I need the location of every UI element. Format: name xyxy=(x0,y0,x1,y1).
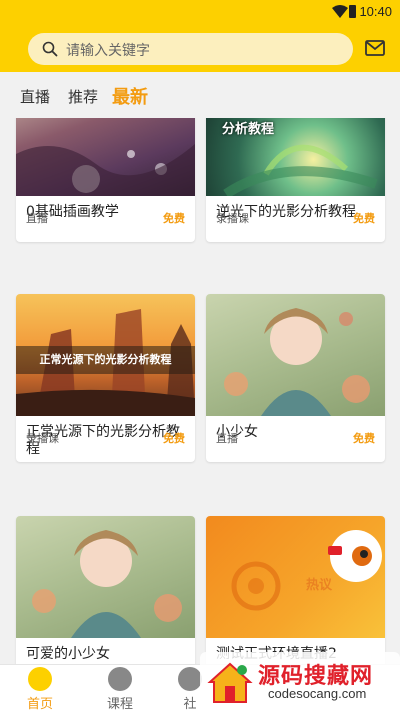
house-logo-icon xyxy=(207,662,253,703)
course-type: 直播 xyxy=(216,432,238,445)
wifi-icon xyxy=(332,5,348,18)
course-price: 免费 xyxy=(353,212,375,225)
mail-icon[interactable] xyxy=(365,40,385,56)
course-thumbnail xyxy=(16,516,195,638)
status-time: 10:40 xyxy=(359,4,392,19)
category-tabs: 直播 推荐 最新 xyxy=(0,72,400,118)
search-input[interactable]: 请输入关键字 xyxy=(28,33,353,65)
tab-latest[interactable]: 最新 xyxy=(112,83,148,109)
nav-home[interactable]: 首页 xyxy=(10,667,70,710)
search-icon xyxy=(42,41,58,57)
status-bar: 10:40 xyxy=(0,0,400,24)
app-header: 请输入关键字 xyxy=(0,24,400,72)
course-title: 可爱的小少女 xyxy=(26,646,110,662)
course-card[interactable]: 分析教程 逆光下的光影分析教程 录播课 免费 xyxy=(206,118,385,242)
watermark: 源码搜藏网 codesocang.com xyxy=(200,652,400,710)
tab-live[interactable]: 直播 xyxy=(20,86,50,107)
battery-icon xyxy=(349,5,356,18)
nav-label: 首页 xyxy=(26,697,53,710)
course-thumbnail: 正常光源下的光影分析教程 xyxy=(16,294,195,416)
course-type: 录播课 xyxy=(216,212,249,225)
watermark-subtitle: codesocang.com xyxy=(268,686,367,701)
courses-icon xyxy=(108,667,132,691)
course-price: 免费 xyxy=(163,432,185,445)
nav-label: 课程 xyxy=(106,697,133,710)
course-thumbnail: 分析教程 xyxy=(206,118,385,196)
nav-courses[interactable]: 课程 xyxy=(90,667,150,710)
course-card[interactable]: 0基础插画教学 直播 免费 xyxy=(16,118,195,242)
course-list: 0基础插画教学 直播 免费 分析教程 逆光下的光影分析教程 录播课 免费 正常光… xyxy=(0,118,400,664)
search-placeholder: 请输入关键字 xyxy=(66,43,150,59)
course-card[interactable]: 正常光源下的光影分析教程 正常光源下的光影分析教程 录播课 免费 xyxy=(16,294,195,462)
course-type: 录播课 xyxy=(26,432,59,445)
course-price: 免费 xyxy=(353,432,375,445)
thumbnail-caption: 正常光源下的光影分析教程 xyxy=(16,346,195,374)
course-card[interactable]: 小少女 直播 免费 xyxy=(206,294,385,462)
course-title: 小少女 xyxy=(216,424,258,440)
course-thumbnail xyxy=(16,118,195,196)
course-thumbnail xyxy=(206,294,385,416)
course-card[interactable]: 可爱的小少女 xyxy=(16,516,195,664)
course-thumbnail: 热议 xyxy=(206,516,385,638)
home-icon xyxy=(28,667,52,691)
tab-recommend[interactable]: 推荐 xyxy=(68,86,98,107)
course-title: 0基础插画教学 xyxy=(26,204,119,220)
course-price: 免费 xyxy=(163,212,185,225)
community-icon xyxy=(178,667,202,691)
thumbnail-caption: 热议 xyxy=(306,578,333,593)
course-card[interactable]: 热议 测试正式环境直播2 xyxy=(206,516,385,664)
thumbnail-caption: 分析教程 xyxy=(222,122,275,137)
course-type: 直播 xyxy=(26,212,48,225)
